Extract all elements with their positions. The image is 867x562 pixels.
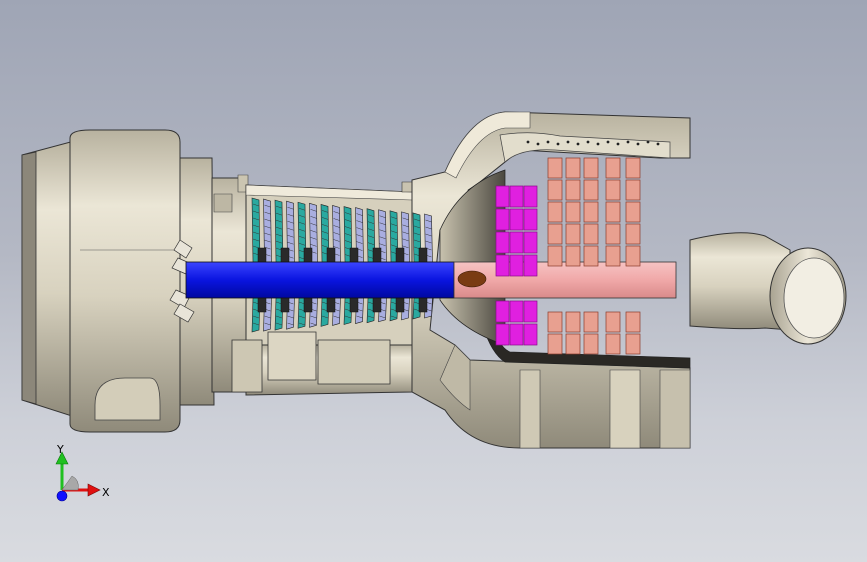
turbine-blade bbox=[565, 157, 581, 179]
cooling-hole bbox=[646, 140, 650, 144]
turbine-blade bbox=[565, 179, 581, 201]
turbine-blade bbox=[547, 333, 563, 355]
turbine-blade bbox=[605, 201, 621, 223]
turbine-blade bbox=[625, 223, 641, 245]
turbine-blade bbox=[583, 179, 599, 201]
combustor-vane bbox=[509, 254, 524, 277]
turbine-blades[interactable] bbox=[547, 157, 641, 355]
combustor-vane bbox=[495, 208, 510, 231]
cooling-hole bbox=[566, 140, 570, 144]
cooling-hole bbox=[606, 140, 610, 144]
combustor-vane bbox=[523, 231, 538, 254]
turbine-blade bbox=[583, 223, 599, 245]
cooling-hole bbox=[546, 140, 550, 144]
turbine-blade bbox=[625, 333, 641, 355]
turbine-blade bbox=[605, 333, 621, 355]
combustor-blades[interactable] bbox=[495, 185, 538, 346]
turbine-blade bbox=[583, 333, 599, 355]
turbine-blade bbox=[605, 245, 621, 267]
combustor-vane bbox=[495, 231, 510, 254]
combustor-vane bbox=[523, 185, 538, 208]
combustor-vane bbox=[509, 231, 524, 254]
turbine-blade bbox=[605, 223, 621, 245]
combustor-vane bbox=[523, 323, 538, 346]
turbine-blade bbox=[605, 179, 621, 201]
combustor-vane bbox=[509, 300, 524, 323]
combustor-vane bbox=[495, 185, 510, 208]
fuel-nozzle bbox=[457, 270, 487, 288]
turbine-blade bbox=[583, 201, 599, 223]
turbine-shaft[interactable] bbox=[453, 261, 677, 299]
axis-arrows bbox=[55, 451, 101, 502]
turbine-blade bbox=[565, 223, 581, 245]
y-axis-label: Y bbox=[57, 443, 64, 456]
combustor-vane bbox=[523, 254, 538, 277]
combustor-vane bbox=[495, 300, 510, 323]
turbine-blade bbox=[547, 245, 563, 267]
combustor-vane bbox=[509, 208, 524, 231]
turbine-blade bbox=[547, 201, 563, 223]
turbine-blade bbox=[625, 245, 641, 267]
cooling-hole bbox=[526, 140, 530, 144]
cad-viewport[interactable]: Y X bbox=[0, 0, 867, 562]
cooling-hole bbox=[596, 142, 600, 146]
turbine-blade bbox=[605, 157, 621, 179]
turbine-blade bbox=[625, 201, 641, 223]
cooling-hole bbox=[616, 142, 620, 146]
turbine-blade bbox=[547, 157, 563, 179]
turbine-blade bbox=[625, 179, 641, 201]
cooling-hole bbox=[576, 142, 580, 146]
turbine-blade bbox=[547, 223, 563, 245]
cooling-hole bbox=[636, 142, 640, 146]
turbine-blade bbox=[565, 333, 581, 355]
cooling-hole bbox=[536, 142, 540, 146]
cooling-hole bbox=[656, 142, 660, 146]
cooling-hole bbox=[626, 140, 630, 144]
turbine-blade bbox=[547, 311, 563, 333]
turbine-blade bbox=[565, 245, 581, 267]
cooling-hole bbox=[586, 140, 590, 144]
turbine-blade bbox=[547, 179, 563, 201]
combustor-vane bbox=[495, 323, 510, 346]
turbine-blade bbox=[583, 311, 599, 333]
combustor-vane bbox=[509, 185, 524, 208]
combustor-vane bbox=[523, 208, 538, 231]
turbine-blade bbox=[605, 311, 621, 333]
turbine-blade bbox=[583, 157, 599, 179]
combustor-vane bbox=[523, 300, 538, 323]
x-axis-label: X bbox=[102, 486, 110, 499]
turbine-blade bbox=[565, 311, 581, 333]
combustor-vane bbox=[509, 323, 524, 346]
main-shaft[interactable] bbox=[185, 261, 455, 299]
exhaust-pipe[interactable] bbox=[689, 232, 847, 345]
turbine-blade bbox=[625, 157, 641, 179]
combustor-vane bbox=[495, 254, 510, 277]
orientation-triad[interactable]: Y X bbox=[44, 440, 124, 510]
cooling-hole bbox=[556, 142, 560, 146]
turbine-blade bbox=[583, 245, 599, 267]
turbine-blade bbox=[625, 311, 641, 333]
turbine-blade bbox=[565, 201, 581, 223]
jet-engine-section-model[interactable] bbox=[0, 0, 867, 562]
